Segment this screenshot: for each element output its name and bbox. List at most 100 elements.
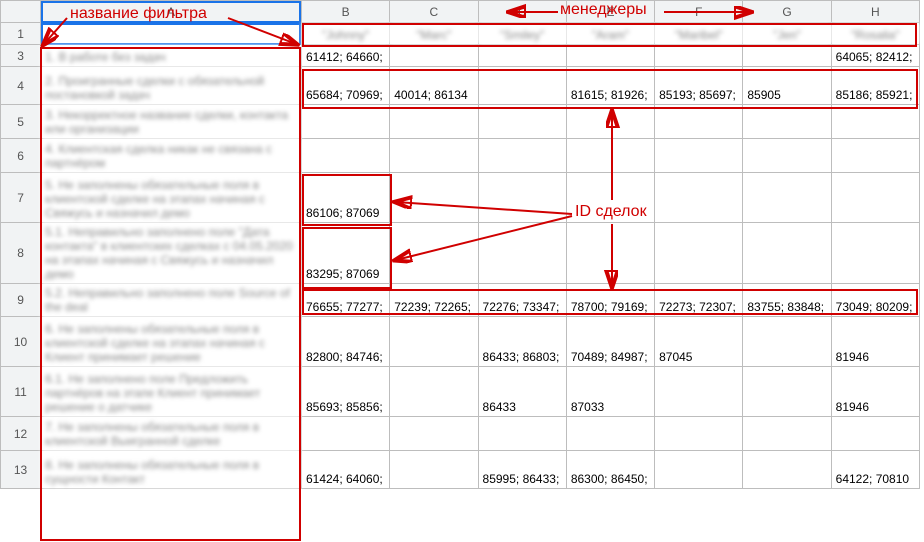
row-header[interactable]: 9 bbox=[1, 284, 41, 317]
manager-header[interactable]: "Maribel" bbox=[655, 23, 743, 45]
filter-name-cell[interactable]: 6.1. Не заполнено поле Предложить партнё… bbox=[41, 367, 302, 417]
col-header-D[interactable]: D bbox=[478, 1, 566, 23]
deal-id-cell[interactable] bbox=[566, 173, 654, 223]
deal-id-cell[interactable]: 83755; 83848; bbox=[743, 284, 831, 317]
deal-id-cell[interactable]: 83295; 87069 bbox=[301, 223, 389, 284]
manager-header[interactable]: "Smiley" bbox=[478, 23, 566, 45]
manager-header[interactable]: "Jen" bbox=[743, 23, 831, 45]
deal-id-cell[interactable] bbox=[390, 45, 478, 67]
deal-id-cell[interactable] bbox=[478, 45, 566, 67]
deal-id-cell[interactable] bbox=[301, 417, 389, 451]
deal-id-cell[interactable] bbox=[743, 139, 831, 173]
deal-id-cell[interactable] bbox=[478, 223, 566, 284]
deal-id-cell[interactable]: 73049; 80209; bbox=[831, 284, 919, 317]
deal-id-cell[interactable]: 64065; 82412; bbox=[831, 45, 919, 67]
filter-name-cell[interactable]: 6. Не заполнены обязательные поля в клие… bbox=[41, 317, 302, 367]
deal-id-cell[interactable] bbox=[655, 105, 743, 139]
filter-name-cell[interactable]: 5. Не заполнены обязательные поля в клие… bbox=[41, 173, 302, 223]
deal-id-cell[interactable] bbox=[566, 45, 654, 67]
manager-header[interactable]: "Johnny" bbox=[301, 23, 389, 45]
filter-name-cell[interactable]: 7. Не заполнены обязательные поля в клие… bbox=[41, 417, 302, 451]
row-header-1[interactable]: 1 bbox=[1, 23, 41, 45]
deal-id-cell[interactable]: 81615; 81926; bbox=[566, 67, 654, 105]
row-header[interactable]: 3 bbox=[1, 45, 41, 67]
filter-name-cell[interactable]: 3. Некорректное название сделки, контакт… bbox=[41, 105, 302, 139]
deal-id-cell[interactable]: 85995; 86433; bbox=[478, 451, 566, 489]
deal-id-cell[interactable]: 40014; 86134 bbox=[390, 67, 478, 105]
col-header-H[interactable]: H bbox=[831, 1, 919, 23]
deal-id-cell[interactable]: 81946 bbox=[831, 317, 919, 367]
col-header-C[interactable]: C bbox=[390, 1, 478, 23]
deal-id-cell[interactable] bbox=[655, 139, 743, 173]
deal-id-cell[interactable] bbox=[566, 139, 654, 173]
deal-id-cell[interactable]: 85186; 85921; bbox=[831, 67, 919, 105]
row-header[interactable]: 7 bbox=[1, 173, 41, 223]
deal-id-cell[interactable]: 61412; 64660; bbox=[301, 45, 389, 67]
deal-id-cell[interactable] bbox=[478, 67, 566, 105]
manager-header[interactable]: "Aram" bbox=[566, 23, 654, 45]
deal-id-cell[interactable] bbox=[390, 417, 478, 451]
deal-id-cell[interactable] bbox=[655, 223, 743, 284]
row-header[interactable]: 6 bbox=[1, 139, 41, 173]
col-header-A[interactable]: A bbox=[41, 1, 302, 23]
deal-id-cell[interactable]: 61424; 64060; bbox=[301, 451, 389, 489]
deal-id-cell[interactable] bbox=[390, 139, 478, 173]
filter-name-cell[interactable]: 2. Проигранные сделки с обязательной пос… bbox=[41, 67, 302, 105]
cell-A1[interactable] bbox=[41, 23, 302, 45]
deal-id-cell[interactable] bbox=[390, 451, 478, 489]
deal-id-cell[interactable]: 72276; 73347; bbox=[478, 284, 566, 317]
manager-header[interactable]: "Rosalia" bbox=[831, 23, 919, 45]
deal-id-cell[interactable] bbox=[743, 451, 831, 489]
deal-id-cell[interactable] bbox=[390, 105, 478, 139]
deal-id-cell[interactable] bbox=[478, 173, 566, 223]
filter-name-cell[interactable]: 8. Не заполнены обязательные поля в сущн… bbox=[41, 451, 302, 489]
col-header-E[interactable]: E bbox=[566, 1, 654, 23]
deal-id-cell[interactable] bbox=[831, 173, 919, 223]
deal-id-cell[interactable] bbox=[743, 317, 831, 367]
row-header[interactable]: 5 bbox=[1, 105, 41, 139]
deal-id-cell[interactable] bbox=[390, 367, 478, 417]
deal-id-cell[interactable] bbox=[655, 451, 743, 489]
filter-name-cell[interactable]: 4. Клиентская сделка никак не связана с … bbox=[41, 139, 302, 173]
deal-id-cell[interactable]: 87033 bbox=[566, 367, 654, 417]
manager-header[interactable]: "Marc" bbox=[390, 23, 478, 45]
filter-name-cell[interactable]: 5.2. Неправильно заполнено поле Source o… bbox=[41, 284, 302, 317]
deal-id-cell[interactable]: 81946 bbox=[831, 367, 919, 417]
deal-id-cell[interactable]: 70489; 84987; bbox=[566, 317, 654, 367]
deal-id-cell[interactable] bbox=[655, 417, 743, 451]
deal-id-cell[interactable]: 76655; 77277; bbox=[301, 284, 389, 317]
deal-id-cell[interactable] bbox=[655, 173, 743, 223]
deal-id-cell[interactable] bbox=[831, 223, 919, 284]
row-header[interactable]: 13 bbox=[1, 451, 41, 489]
deal-id-cell[interactable] bbox=[655, 367, 743, 417]
deal-id-cell[interactable]: 87045 bbox=[655, 317, 743, 367]
deal-id-cell[interactable] bbox=[743, 45, 831, 67]
deal-id-cell[interactable]: 86433; 86803; bbox=[478, 317, 566, 367]
deal-id-cell[interactable]: 85905 bbox=[743, 67, 831, 105]
deal-id-cell[interactable]: 82800; 84746; bbox=[301, 317, 389, 367]
deal-id-cell[interactable] bbox=[831, 417, 919, 451]
deal-id-cell[interactable] bbox=[390, 223, 478, 284]
deal-id-cell[interactable]: 86106; 87069 bbox=[301, 173, 389, 223]
select-all-corner[interactable] bbox=[1, 1, 41, 23]
deal-id-cell[interactable]: 72273; 72307; bbox=[655, 284, 743, 317]
deal-id-cell[interactable]: 85193; 85697; bbox=[655, 67, 743, 105]
deal-id-cell[interactable] bbox=[655, 45, 743, 67]
deal-id-cell[interactable] bbox=[301, 139, 389, 173]
deal-id-cell[interactable] bbox=[478, 417, 566, 451]
deal-id-cell[interactable]: 72239; 72265; bbox=[390, 284, 478, 317]
row-header[interactable]: 12 bbox=[1, 417, 41, 451]
deal-id-cell[interactable] bbox=[831, 139, 919, 173]
deal-id-cell[interactable] bbox=[743, 223, 831, 284]
spreadsheet[interactable]: A B C D E F G H 1 "Johnny" "Marc" "Smile… bbox=[0, 0, 920, 489]
deal-id-cell[interactable] bbox=[743, 173, 831, 223]
col-header-F[interactable]: F bbox=[655, 1, 743, 23]
deal-id-cell[interactable] bbox=[743, 367, 831, 417]
deal-id-cell[interactable] bbox=[566, 105, 654, 139]
deal-id-cell[interactable]: 78700; 79169; bbox=[566, 284, 654, 317]
deal-id-cell[interactable]: 64122; 70810 bbox=[831, 451, 919, 489]
deal-id-cell[interactable] bbox=[743, 105, 831, 139]
deal-id-cell[interactable] bbox=[478, 139, 566, 173]
deal-id-cell[interactable]: 86300; 86450; bbox=[566, 451, 654, 489]
col-header-G[interactable]: G bbox=[743, 1, 831, 23]
